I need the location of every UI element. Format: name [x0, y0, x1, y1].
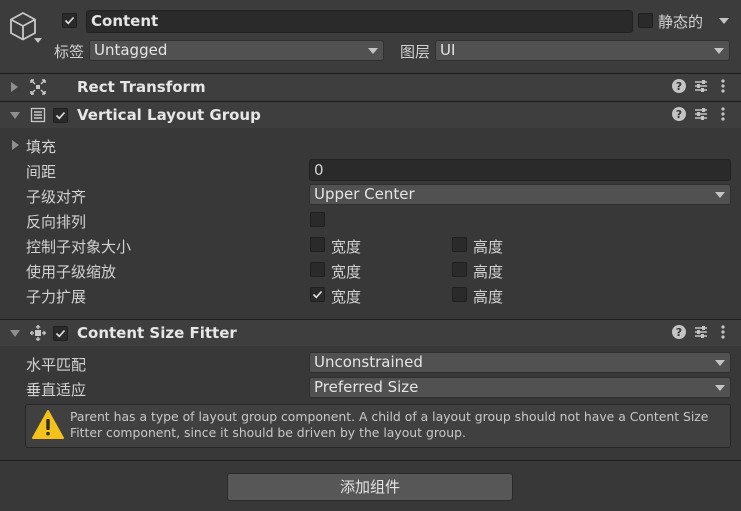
foldout-collapsed-icon[interactable] [11, 82, 18, 92]
warning-helpbox: Parent has a type of layout group compon… [25, 404, 731, 448]
gameobject-header: Content 静态的 标签 Untagged 图层 UI [0, 0, 741, 72]
scale-height-checkbox[interactable] [452, 262, 467, 277]
vertical-layout-enabled-toggle[interactable] [53, 108, 68, 123]
rect-transform-title: Rect Transform [77, 78, 206, 96]
static-label: 静态的 [658, 13, 704, 31]
scale-width-label: 宽度 [331, 263, 362, 281]
content-size-fitter-body: 水平匹配 Unconstrained 垂直适应 Preferred Size P… [0, 346, 741, 460]
menu-dots-icon[interactable] [715, 78, 731, 98]
chevron-down-icon [715, 192, 725, 198]
vertical-layout-icon [30, 107, 46, 127]
layer-dropdown[interactable]: UI [435, 40, 730, 61]
control-height-label: 高度 [473, 238, 504, 256]
rect-transform-header-icons: ? [671, 78, 731, 96]
layer-value: UI [440, 41, 456, 59]
chevron-down-icon [715, 385, 725, 391]
add-component-label: 添加组件 [339, 478, 400, 496]
gameobject-name-field[interactable]: Content [86, 10, 633, 33]
child-alignment-value: Upper Center [314, 185, 415, 203]
help-icon[interactable]: ? [671, 324, 687, 344]
active-toggle[interactable] [62, 13, 77, 28]
tag-value: Untagged [94, 41, 168, 59]
svg-text:?: ? [676, 108, 682, 121]
scale-height-label: 高度 [473, 263, 504, 281]
menu-dots-icon[interactable] [715, 324, 731, 344]
chevron-down-icon [715, 360, 725, 366]
component-header-content-size-fitter[interactable]: Content Size Fitter ? [0, 319, 741, 346]
help-icon[interactable]: ? [671, 78, 687, 98]
content-size-fitter-icon [29, 324, 47, 345]
reverse-arrangement-label: 反向排列 [26, 213, 87, 231]
horizontal-fit-value: Unconstrained [314, 353, 423, 371]
expand-width-checkbox[interactable] [310, 287, 325, 302]
content-size-fitter-enabled-toggle[interactable] [53, 326, 68, 341]
menu-dots-icon[interactable] [715, 106, 731, 126]
vertical-fit-label: 垂直适应 [26, 381, 87, 399]
warning-icon [31, 409, 65, 445]
component-header-rect-transform[interactable]: Rect Transform ? [0, 73, 741, 100]
expand-height-label: 高度 [473, 288, 504, 306]
vertical-fit-dropdown[interactable]: Preferred Size [309, 377, 731, 398]
tag-label: 标签 [54, 43, 85, 61]
foldout-expanded-icon[interactable] [10, 112, 20, 119]
static-dropdown-arrow[interactable] [719, 18, 729, 24]
help-icon[interactable]: ? [671, 106, 687, 126]
reverse-arrangement-checkbox[interactable] [310, 212, 325, 227]
child-alignment-label: 子级对齐 [26, 188, 87, 206]
component-divider [0, 460, 741, 461]
static-toggle[interactable] [638, 13, 653, 28]
padding-label[interactable]: 填充 [26, 136, 56, 157]
child-alignment-dropdown[interactable]: Upper Center [309, 184, 731, 205]
content-size-fitter-header-icons: ? [671, 324, 731, 342]
horizontal-fit-label: 水平匹配 [26, 356, 87, 374]
padding-foldout-icon[interactable] [12, 140, 19, 150]
expand-height-checkbox[interactable] [452, 287, 467, 302]
svg-text:?: ? [676, 326, 682, 339]
vertical-layout-body: 填充 间距 0 子级对齐 Upper Center 反向排列 控制子对象大小 宽… [0, 128, 741, 319]
control-width-label: 宽度 [331, 238, 362, 256]
expand-width-label: 宽度 [331, 288, 362, 306]
chevron-down-icon [368, 48, 378, 54]
preset-icon[interactable] [693, 324, 709, 344]
component-header-vertical-layout[interactable]: Vertical Layout Group ? [0, 101, 741, 128]
force-expand-label: 子力扩展 [26, 288, 87, 306]
preset-icon[interactable] [693, 106, 709, 126]
scale-width-checkbox[interactable] [310, 262, 325, 277]
spacing-field[interactable]: 0 [309, 159, 731, 181]
icon-dropdown-arrow[interactable] [34, 38, 42, 43]
control-width-checkbox[interactable] [310, 237, 325, 252]
tag-dropdown[interactable]: Untagged [89, 40, 384, 61]
content-size-fitter-title: Content Size Fitter [77, 324, 237, 342]
preset-icon[interactable] [693, 78, 709, 98]
svg-text:?: ? [676, 80, 682, 93]
control-child-size-label: 控制子对象大小 [26, 238, 132, 256]
warning-text: Parent has a type of layout group compon… [70, 409, 709, 440]
vertical-fit-value: Preferred Size [314, 378, 419, 396]
control-height-checkbox[interactable] [452, 237, 467, 252]
foldout-expanded-icon[interactable] [10, 330, 20, 337]
horizontal-fit-dropdown[interactable]: Unconstrained [309, 352, 731, 373]
chevron-down-icon [714, 48, 724, 54]
use-child-scale-label: 使用子级缩放 [26, 263, 117, 281]
vertical-layout-header-icons: ? [671, 106, 731, 124]
rect-transform-icon [30, 79, 46, 99]
add-component-button[interactable]: 添加组件 [227, 473, 513, 501]
layer-label: 图层 [400, 43, 431, 61]
vertical-layout-title: Vertical Layout Group [77, 106, 261, 124]
spacing-label: 间距 [26, 163, 57, 181]
